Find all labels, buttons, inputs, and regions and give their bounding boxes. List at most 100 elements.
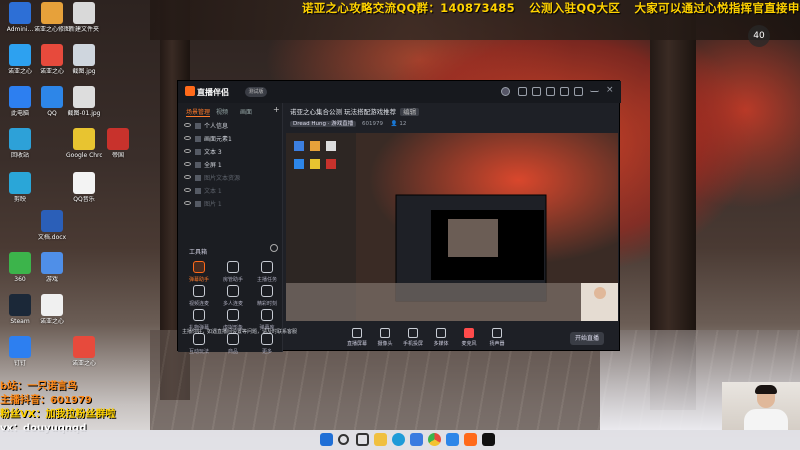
desktop-icon[interactable]: 新建文件夹 [66, 2, 102, 44]
desktop-icon[interactable]: Admini... [2, 2, 38, 44]
explorer-icon[interactable] [374, 433, 387, 446]
scene-item[interactable]: 个人信息 [184, 121, 278, 132]
stream-preview[interactable] [286, 133, 618, 321]
desktop-icon[interactable]: 截图-01.jpg [66, 86, 102, 128]
live-companion-icon[interactable] [464, 433, 477, 446]
app-icon [73, 172, 95, 194]
media-button[interactable]: 摄像头 [370, 327, 400, 349]
desktop-icon[interactable]: 诺亚之心 [66, 336, 102, 378]
desktop-icon[interactable]: 截图.jpg [66, 44, 102, 86]
media-icon [464, 328, 474, 338]
stream-title-text: 诺亚之心集合公测 玩法搭配游戏推荐 [290, 108, 397, 116]
eye-icon[interactable] [184, 162, 191, 166]
camera-icon[interactable] [546, 87, 555, 96]
media-button[interactable]: 手机投屏 [398, 327, 428, 349]
desktop-icon-label: Admini... [6, 26, 34, 33]
desktop-icon-label: 回收站 [10, 152, 29, 159]
add-scene-icon[interactable]: + [273, 105, 280, 114]
preview-icon [326, 141, 336, 151]
taskview-icon[interactable] [356, 433, 369, 446]
desktop-icon[interactable]: 帝国 [100, 128, 136, 170]
app-icon [41, 294, 63, 316]
gift-icon[interactable] [560, 87, 569, 96]
stream-title: 诺亚之心集合公测 玩法搭配游戏推荐 编辑 [290, 106, 420, 116]
edge-icon[interactable] [392, 433, 405, 446]
desktop-icon-label: QQ音乐 [73, 196, 95, 203]
scene-item[interactable]: 文本 1 [184, 186, 278, 197]
media-button[interactable]: 多媒体 [426, 327, 456, 349]
desktop-icon[interactable]: 诺亚之心 [34, 44, 70, 86]
preview-icon [326, 159, 336, 169]
start-icon[interactable] [320, 433, 333, 446]
media-icon [436, 328, 446, 338]
screen-icon[interactable] [532, 87, 541, 96]
webcam-person-hair [755, 385, 777, 394]
source-icon [195, 136, 201, 142]
tab-scenes[interactable]: 场景管理 [186, 107, 211, 117]
eye-icon[interactable] [184, 188, 191, 192]
desktop-icon[interactable]: QQ音乐 [66, 172, 102, 214]
desktop-icon[interactable]: 诺亚之心 [34, 294, 70, 336]
desktop-icon[interactable]: 游戏 [34, 252, 70, 294]
preview-floor [286, 283, 618, 321]
category-chip[interactable]: Dread Hung · 游戏直播 [290, 121, 357, 127]
search-icon[interactable] [338, 434, 349, 445]
desktop-icon[interactable]: 剪映 [2, 172, 38, 214]
chrome-icon[interactable] [428, 433, 441, 446]
windows-taskbar [0, 430, 800, 450]
qq-icon[interactable] [446, 433, 459, 446]
eye-icon[interactable] [184, 123, 191, 127]
scene-label: 画面元素1 [204, 136, 232, 143]
media-button[interactable]: 麦克风 [454, 327, 484, 349]
scene-item[interactable]: 图片 1 [184, 199, 278, 210]
eye-icon[interactable] [184, 201, 191, 205]
desktop-icon[interactable]: 360 [2, 252, 38, 294]
edit-title-button[interactable]: 编辑 [400, 108, 420, 116]
minimize-icon[interactable] [590, 87, 599, 92]
desktop-icon[interactable]: QQ [34, 86, 70, 128]
eye-icon[interactable] [184, 149, 191, 153]
tab-video[interactable]: 视频 [216, 107, 228, 116]
tab-canvas[interactable]: 画面 [240, 107, 252, 116]
eye-icon[interactable] [184, 136, 191, 140]
collapse-icon[interactable] [270, 244, 278, 252]
desktop-icon[interactable]: Steam [2, 294, 38, 336]
preview-face [594, 287, 606, 299]
scene-item[interactable]: 全屏 1 [184, 160, 278, 171]
weather-widget[interactable]: 40 [748, 25, 798, 47]
menu-icon[interactable] [574, 87, 583, 96]
tools-heading: 工具箱 [189, 249, 208, 256]
desktop-icon[interactable]: 回收站 [2, 128, 38, 170]
start-live-button[interactable]: 开始直播 [570, 332, 604, 345]
source-icon [195, 175, 201, 181]
scene-label: 个人信息 [204, 123, 229, 130]
desktop-icon[interactable]: 此电脑 [2, 86, 38, 128]
scene-item[interactable]: 画面元素1 [184, 134, 278, 145]
tool-label: 弹幕助手 [188, 277, 209, 283]
source-icon [195, 201, 201, 207]
avatar-icon[interactable] [501, 87, 510, 96]
close-icon[interactable]: × [606, 86, 615, 95]
scene-item[interactable]: 文本 3 [184, 147, 278, 158]
scene-item[interactable]: 图片文本资源 [184, 173, 278, 184]
desktop-icon-label: 诺亚之心 [71, 360, 96, 367]
desktop-icon[interactable]: 钉钉 [2, 336, 38, 378]
app-icon [9, 44, 31, 66]
source-icon [195, 149, 201, 155]
app-icon [9, 172, 31, 194]
media-button[interactable]: 直播屏幕 [342, 327, 372, 349]
tool-icon [227, 261, 239, 273]
eye-icon[interactable] [184, 175, 191, 179]
live-companion-window[interactable]: 直播伴侣 测试版 × 场景管理 视频 画面 + 个人信息画面元素1 文本 3 全屏 … [177, 80, 621, 355]
douyin-icon[interactable] [482, 433, 495, 446]
desktop-icon[interactable]: Google Chrome [66, 128, 102, 170]
media-button[interactable]: 扬声器 [482, 327, 512, 349]
media-label: 多媒体 [433, 341, 449, 347]
store-icon[interactable] [410, 433, 423, 446]
title-bar[interactable]: 直播伴侣 测试版 × [178, 81, 621, 103]
message-icon[interactable] [518, 87, 527, 96]
desktop-icon[interactable]: 诺亚之心修图 [34, 2, 70, 44]
desktop-icon[interactable]: 诺亚之心 [2, 44, 38, 86]
overlay-line-douyin: 主播抖音：601979 [0, 395, 92, 406]
desktop-icon[interactable]: 文档.docx [34, 210, 70, 252]
